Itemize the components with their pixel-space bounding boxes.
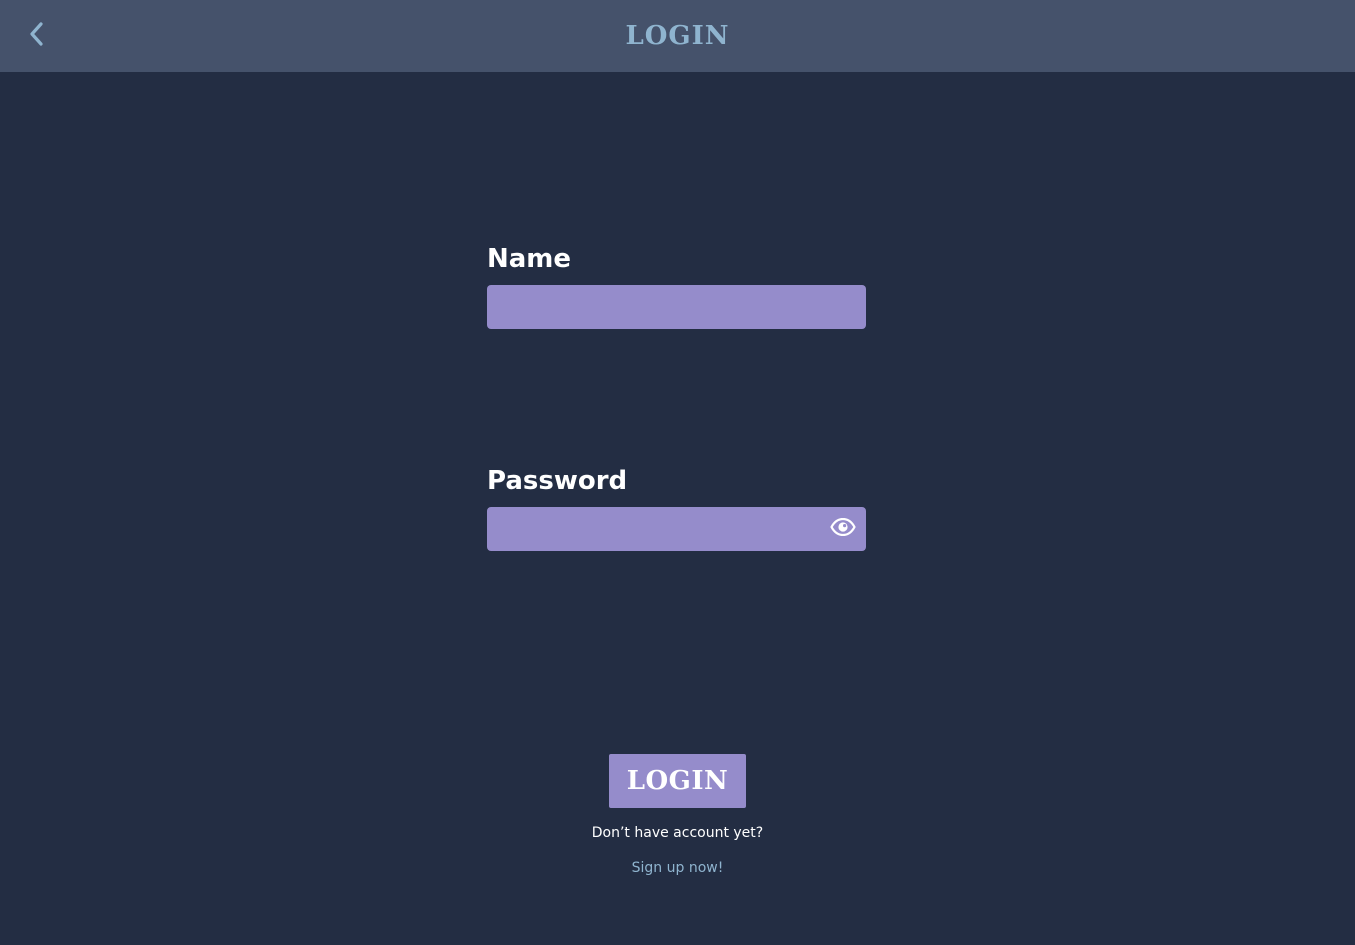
- top-bar: LOGIN: [0, 0, 1355, 72]
- chevron-left-icon: [29, 21, 45, 51]
- name-input[interactable]: [487, 285, 866, 329]
- page-title: LOGIN: [625, 21, 730, 51]
- name-label: Name: [487, 244, 572, 274]
- password-input[interactable]: [487, 507, 866, 551]
- password-label: Password: [487, 466, 628, 496]
- login-button[interactable]: LOGIN: [609, 754, 746, 808]
- no-account-text: Don’t have account yet?: [591, 825, 764, 841]
- show-password-toggle[interactable]: [828, 517, 858, 541]
- signup-link[interactable]: Sign up now!: [600, 858, 755, 878]
- eye-icon: [830, 517, 856, 540]
- back-button[interactable]: [22, 20, 52, 52]
